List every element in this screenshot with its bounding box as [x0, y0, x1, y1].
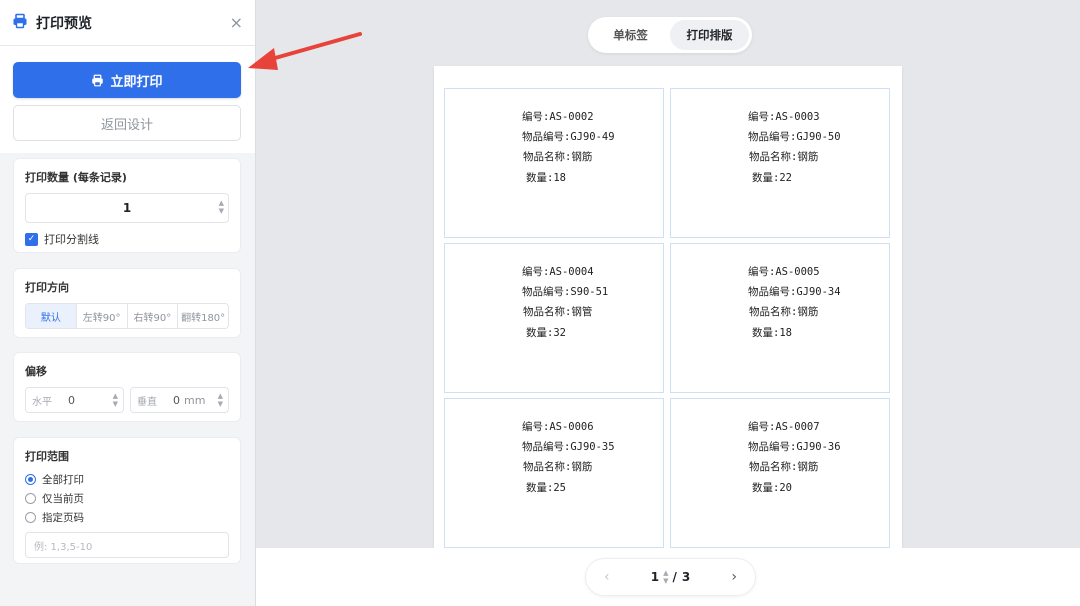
page-indicator: 1 ▲ ▼ / 3	[651, 569, 691, 585]
print-now-button[interactable]: 立即打印	[13, 62, 241, 98]
horizontal-offset-input[interactable]: 水平 0 ▲ ▼	[25, 387, 124, 413]
chevron-left-icon[interactable]: ‹	[604, 569, 610, 585]
stepper-icon[interactable]: ▲ ▼	[113, 392, 118, 408]
page-range-input[interactable]: 例: 1,3,5-10	[25, 532, 229, 558]
label-card: 编号:AS-0004 物品编号:S90-51 物品名称:钢管 数量:32	[444, 243, 664, 393]
vertical-offset-input[interactable]: 垂直 0 mm ▲ ▼	[130, 387, 229, 413]
print-now-label: 立即打印	[110, 73, 163, 89]
label-card: 编号:AS-0006 物品编号:GJ90-35 物品名称:钢筋 数量:25	[444, 398, 664, 548]
range-title: 打印范围	[25, 450, 69, 463]
direction-option-right90[interactable]: 右转90°	[128, 304, 179, 328]
direction-option-default[interactable]: 默认	[26, 304, 77, 328]
offset-row: 水平 0 ▲ ▼ 垂直 0 mm ▲ ▼	[25, 387, 229, 413]
action-area: 立即打印 返回设计	[0, 46, 255, 153]
range-option-label: 全部打印	[42, 474, 84, 486]
label-card: 编号:AS-0002 物品编号:GJ90-49 物品名称:钢筋 数量:18	[444, 88, 664, 238]
range-option-specific[interactable]: 指定页码	[25, 511, 229, 524]
pagination: ‹ 1 ▲ ▼ / 3 ›	[585, 558, 756, 596]
label-quantity: 数量:25	[526, 482, 566, 494]
stepper-icon[interactable]: ▲ ▼	[219, 199, 224, 215]
quantity-input[interactable]: 1 ▲ ▼	[25, 193, 229, 223]
quantity-card: 打印数量 (每条记录) 1 ▲ ▼ ✓ 打印分割线	[13, 158, 241, 253]
offset-title: 偏移	[25, 365, 47, 378]
label-item-name: 物品名称:钢筋	[749, 306, 819, 318]
label-item-number: 物品编号:GJ90-36	[748, 441, 841, 453]
range-option-label: 仅当前页	[42, 493, 84, 505]
printer-icon	[12, 13, 28, 33]
stepper-icon[interactable]: ▲ ▼	[218, 392, 223, 408]
chevron-right-icon[interactable]: ›	[731, 569, 737, 585]
horizontal-value: 0	[68, 393, 75, 407]
divider-option[interactable]: ✓ 打印分割线	[25, 231, 229, 247]
label-code: 编号:AS-0002	[522, 111, 594, 123]
current-page-input[interactable]: 1	[651, 570, 659, 584]
label-item-name: 物品名称:钢筋	[523, 151, 593, 163]
quantity-title: 打印数量 (每条记录)	[25, 171, 127, 184]
label-code: 编号:AS-0003	[748, 111, 820, 123]
vertical-value: 0	[173, 393, 180, 407]
label-item-name: 物品名称:钢筋	[523, 461, 593, 473]
label-code: 编号:AS-0005	[748, 266, 820, 278]
label-quantity: 数量:18	[526, 172, 566, 184]
label-quantity: 数量:18	[752, 327, 792, 339]
label-code: 编号:AS-0006	[522, 421, 594, 433]
label-card: 编号:AS-0003 物品编号:GJ90-50 物品名称:钢筋 数量:22	[670, 88, 890, 238]
page-separator: /	[672, 570, 677, 584]
radio-selected-icon[interactable]	[25, 474, 36, 485]
panel-title: 打印预览	[36, 15, 92, 32]
label-item-name: 物品名称:钢管	[523, 306, 593, 318]
vertical-label: 垂直	[137, 396, 157, 408]
offset-card: 偏移 水平 0 ▲ ▼ 垂直 0 mm ▲ ▼	[13, 352, 241, 422]
tab-print-layout[interactable]: 打印排版	[670, 20, 749, 50]
label-item-number: 物品编号:GJ90-34	[748, 286, 841, 298]
sidebar-header: 打印预览 ×	[0, 0, 255, 46]
quantity-value: 1	[122, 201, 132, 215]
back-to-design-button[interactable]: 返回设计	[13, 105, 241, 141]
total-pages: 3	[681, 570, 691, 584]
label-code: 编号:AS-0004	[522, 266, 594, 278]
direction-segmented-control: 默认 左转90° 右转90° 翻转180°	[25, 303, 229, 329]
label-item-number: 物品编号:S90-51	[522, 286, 609, 298]
tab-single-label[interactable]: 单标签	[591, 20, 670, 50]
annotation-arrow-icon	[248, 32, 362, 70]
radio-icon[interactable]	[25, 493, 36, 504]
divider-label: 打印分割线	[44, 233, 99, 246]
direction-title: 打印方向	[25, 281, 69, 294]
direction-option-left90[interactable]: 左转90°	[77, 304, 128, 328]
label-card: 编号:AS-0007 物品编号:GJ90-36 物品名称:钢筋 数量:20	[670, 398, 890, 548]
direction-option-flip180[interactable]: 翻转180°	[178, 304, 228, 328]
label-item-number: 物品编号:GJ90-50	[748, 131, 841, 143]
range-card: 打印范围 全部打印 仅当前页 指定页码 例: 1,3,5-10	[13, 437, 241, 564]
label-item-name: 物品名称:钢筋	[749, 461, 819, 473]
close-icon[interactable]: ×	[230, 13, 243, 32]
stepper-icon[interactable]: ▲ ▼	[663, 569, 668, 585]
unit-label: mm	[184, 393, 206, 407]
label-quantity: 数量:22	[752, 172, 792, 184]
label-item-number: 物品编号:GJ90-49	[522, 131, 615, 143]
direction-card: 打印方向 默认 左转90° 右转90° 翻转180°	[13, 268, 241, 338]
checkbox-checked-icon[interactable]: ✓	[25, 232, 38, 246]
range-option-all[interactable]: 全部打印	[25, 473, 229, 486]
label-item-name: 物品名称:钢筋	[749, 151, 819, 163]
label-quantity: 数量:32	[526, 327, 566, 339]
label-card: 编号:AS-0005 物品编号:GJ90-34 物品名称:钢筋 数量:18	[670, 243, 890, 393]
horizontal-label: 水平	[32, 396, 52, 408]
label-code: 编号:AS-0007	[748, 421, 820, 433]
label-quantity: 数量:20	[752, 482, 792, 494]
radio-icon[interactable]	[25, 512, 36, 523]
mode-tabs: 单标签 打印排版	[588, 17, 752, 53]
print-preview-page: 编号:AS-0002 物品编号:GJ90-49 物品名称:钢筋 数量:18 编号:AS-…	[434, 66, 902, 548]
range-option-current[interactable]: 仅当前页	[25, 492, 229, 505]
printer-icon	[91, 74, 104, 87]
label-item-number: 物品编号:GJ90-35	[522, 441, 615, 453]
print-settings-sidebar: 打印预览 × 立即打印 返回设计 打印数量 (每条记录) 1 ▲ ▼ ✓ 打印分割…	[0, 0, 256, 606]
range-option-label: 指定页码	[42, 512, 84, 524]
